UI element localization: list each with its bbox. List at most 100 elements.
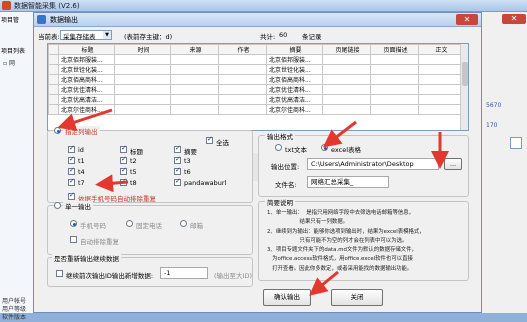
field-checkbox[interactable] xyxy=(68,166,75,175)
table-cell[interactable] xyxy=(322,94,371,105)
table-cell[interactable] xyxy=(170,64,219,75)
table-cell[interactable] xyxy=(218,84,267,95)
browse-button[interactable]: ... xyxy=(444,158,462,170)
phone-radio[interactable] xyxy=(70,220,77,227)
table-cell[interactable]: 北京优佳清科... xyxy=(266,84,323,95)
app-close-icon[interactable]: ✕ xyxy=(502,14,526,24)
table-cell[interactable] xyxy=(218,54,267,65)
filename-input[interactable]: 网络汇总采集_ xyxy=(307,176,389,188)
grid-scrollbar[interactable] xyxy=(460,44,468,130)
table-cell[interactable] xyxy=(170,74,219,85)
table-cell[interactable] xyxy=(418,104,463,115)
row-header[interactable] xyxy=(48,84,59,95)
table-cell[interactable] xyxy=(370,64,419,75)
dialog-close-icon[interactable]: ✕ xyxy=(456,14,478,25)
field-checkbox[interactable] xyxy=(120,177,127,186)
table-cell[interactable] xyxy=(114,94,171,105)
table-cell[interactable] xyxy=(114,54,171,65)
table-cell[interactable] xyxy=(170,84,219,95)
table-cell[interactable]: 北京世铨化装... xyxy=(266,64,323,75)
tree-item[interactable]: ▫ 网 xyxy=(3,58,15,67)
table-row[interactable]: 北京佰高商科... 北京佰高商科... xyxy=(48,74,463,85)
row-header[interactable] xyxy=(48,94,59,105)
table-cell[interactable] xyxy=(370,104,419,115)
location-input[interactable]: C:\Users\Administrator\Desktop xyxy=(307,158,439,170)
table-cell[interactable]: 北京优佳清科... xyxy=(58,84,115,95)
table-cell[interactable]: 北京佰高商科... xyxy=(266,74,323,85)
table-cell[interactable]: 北京优高清洁... xyxy=(266,94,323,105)
table-row[interactable]: 北京尔佳商科... 北京尔佳商科... xyxy=(48,104,463,115)
table-cell[interactable] xyxy=(370,94,419,105)
table-cell[interactable] xyxy=(322,74,371,85)
table-cell[interactable] xyxy=(418,84,463,95)
resume-checkbox[interactable] xyxy=(56,270,63,277)
select-all-checkbox[interactable] xyxy=(206,135,213,144)
column-header[interactable]: 正文 xyxy=(418,44,463,55)
table-cell[interactable] xyxy=(218,104,267,115)
excel-radio[interactable] xyxy=(321,144,328,151)
field-checkbox[interactable] xyxy=(174,155,181,164)
email-radio[interactable] xyxy=(180,220,187,227)
table-cell[interactable]: 北京优高清洁... xyxy=(58,94,115,105)
table-cell[interactable] xyxy=(322,64,371,75)
field-checkbox[interactable] xyxy=(120,155,127,164)
dedupe-checkbox[interactable] xyxy=(68,191,75,200)
project-tab[interactable]: 项目管 xyxy=(1,15,19,24)
column-header[interactable]: 页面描述 xyxy=(370,44,419,55)
field-checkbox[interactable] xyxy=(68,155,75,164)
field-checkbox[interactable] xyxy=(174,144,181,153)
table-cell[interactable] xyxy=(114,84,171,95)
table-cell[interactable]: 北京尔佳商科... xyxy=(266,104,323,115)
txt-radio[interactable] xyxy=(275,144,282,151)
field-checkbox[interactable] xyxy=(68,144,75,153)
table-cell[interactable]: 北京佰邦服装... xyxy=(58,54,115,65)
table-cell[interactable] xyxy=(322,104,371,115)
row-header[interactable] xyxy=(48,64,59,75)
row-header[interactable] xyxy=(48,74,59,85)
table-cell[interactable] xyxy=(370,54,419,65)
table-cell[interactable] xyxy=(218,64,267,75)
table-cell[interactable] xyxy=(170,94,219,105)
column-header[interactable]: 摘要 xyxy=(266,44,323,55)
close-button[interactable]: 关闭 xyxy=(331,289,383,306)
table-cell[interactable]: 北京佰高商科... xyxy=(58,74,115,85)
table-cell[interactable] xyxy=(370,84,419,95)
table-row[interactable]: 北京世铨化装... 北京世铨化装... xyxy=(48,64,463,75)
table-cell[interactable] xyxy=(418,74,463,85)
table-row[interactable]: 北京优高清洁... 北京优高清洁... xyxy=(48,94,463,105)
table-row[interactable]: 北京优佳清科... 北京优佳清科... xyxy=(48,84,463,95)
fixed-phone-radio[interactable] xyxy=(126,220,133,227)
table-cell[interactable]: 北京尔佳商科... xyxy=(58,104,115,115)
table-cell[interactable] xyxy=(322,84,371,95)
table-cell[interactable] xyxy=(170,54,219,65)
table-cell[interactable]: 北京世铨化装... xyxy=(58,64,115,75)
table-cell[interactable] xyxy=(370,74,419,85)
column-header[interactable]: 来源 xyxy=(170,44,219,55)
column-header[interactable]: 作者 xyxy=(218,44,267,55)
table-cell[interactable] xyxy=(114,74,171,85)
project-list-tab[interactable]: 项目列表 xyxy=(1,46,25,55)
table-cell[interactable] xyxy=(418,94,463,105)
table-select[interactable]: 采集存储表 ▼ xyxy=(60,30,112,41)
column-header[interactable]: 标题 xyxy=(58,44,115,55)
row-header[interactable] xyxy=(48,54,59,65)
panel-square[interactable] xyxy=(510,137,522,149)
table-row[interactable]: 北京佰邦服装... 北京佰邦服装... xyxy=(48,54,463,65)
column-header[interactable]: 时间 xyxy=(114,44,171,55)
field-checkbox[interactable] xyxy=(174,166,181,175)
scroll-thumb[interactable] xyxy=(462,62,468,86)
table-cell[interactable]: 北京佰邦服装... xyxy=(266,54,323,65)
column-header[interactable]: 页尾链接 xyxy=(322,44,371,55)
confirm-output-button[interactable]: 确认输出 xyxy=(263,289,311,306)
resume-id-input[interactable]: -1 xyxy=(160,267,208,279)
field-checkbox[interactable] xyxy=(174,177,181,186)
table-cell[interactable] xyxy=(322,54,371,65)
table-cell[interactable] xyxy=(418,54,463,65)
table-cell[interactable] xyxy=(418,64,463,75)
data-grid[interactable]: 标题 时间 来源 作者 摘要 页尾链接 页面描述 正文 北京佰邦服装... 北京佰… xyxy=(47,43,469,131)
table-cell[interactable] xyxy=(218,94,267,105)
table-cell[interactable] xyxy=(170,104,219,115)
single-output-radio[interactable] xyxy=(54,202,61,209)
table-cell[interactable] xyxy=(218,74,267,85)
table-cell[interactable] xyxy=(114,104,171,115)
